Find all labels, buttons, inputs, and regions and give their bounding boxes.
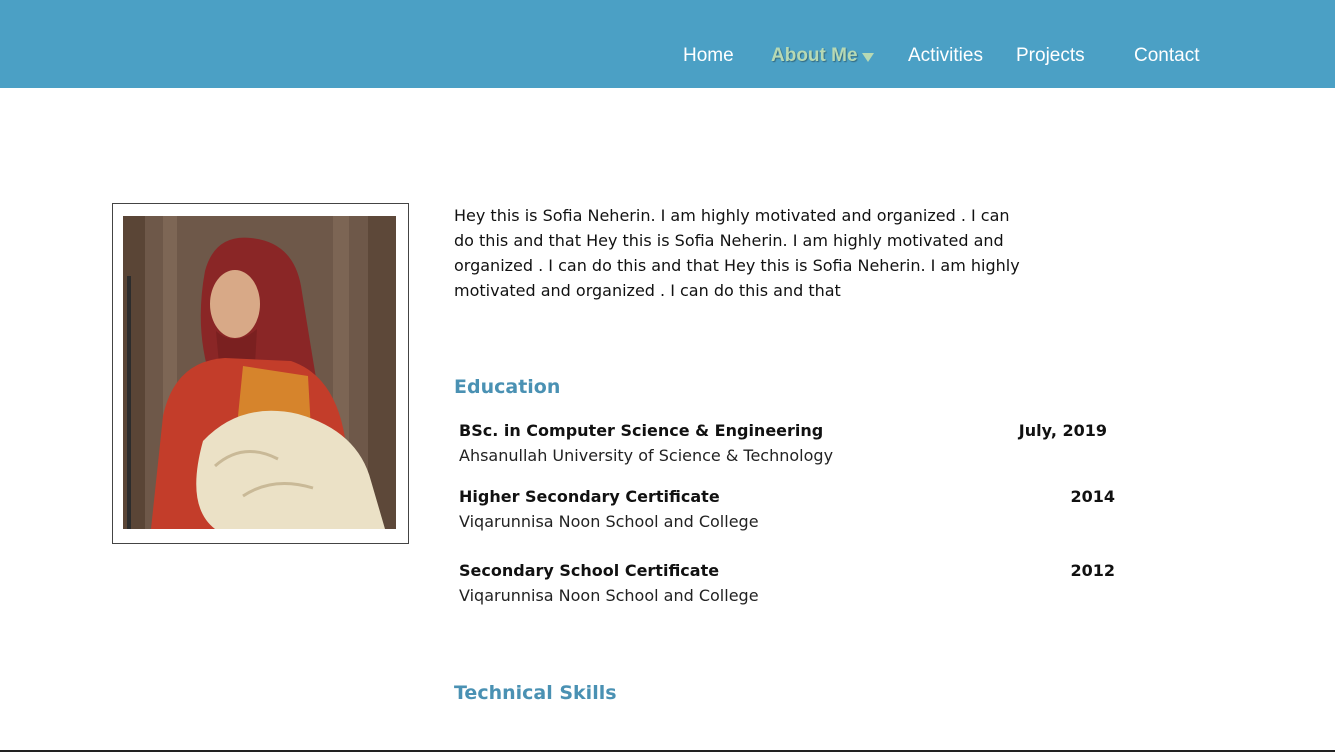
education-degree: BSc. in Computer Science & Engineering (459, 421, 824, 440)
nav-about-me-label: About Me (771, 45, 858, 66)
profile-photo-frame (112, 203, 409, 544)
education-school: Viqarunnisa Noon School and College (459, 586, 759, 605)
education-degree: Secondary School Certificate (459, 561, 720, 580)
education-date: 2012 (1070, 561, 1115, 580)
education-heading: Education (454, 376, 561, 398)
education-school: Ahsanullah University of Science & Techn… (459, 446, 834, 465)
caret-down-icon[interactable] (861, 53, 874, 62)
education-school: Viqarunnisa Noon School and College (459, 512, 759, 531)
profile-photo (123, 216, 396, 529)
nav-projects-link[interactable]: Projects (1016, 45, 1085, 67)
education-degree: Higher Secondary Certificate (459, 487, 720, 506)
nav-home-link[interactable]: Home (683, 45, 734, 67)
intro-paragraph: Hey this is Sofia Neherin. I am highly m… (454, 206, 1020, 300)
technical-skills-heading: Technical Skills (454, 682, 617, 704)
nav-activities-link[interactable]: Activities (908, 45, 983, 67)
nav-about-me-link[interactable]: About Me (771, 45, 874, 67)
nav-contact-link[interactable]: Contact (1134, 45, 1199, 67)
top-navbar: Home About Me Activities Projects Contac… (0, 0, 1335, 88)
education-date: 2014 (1070, 487, 1115, 506)
education-date: July, 2019 (1018, 421, 1107, 440)
